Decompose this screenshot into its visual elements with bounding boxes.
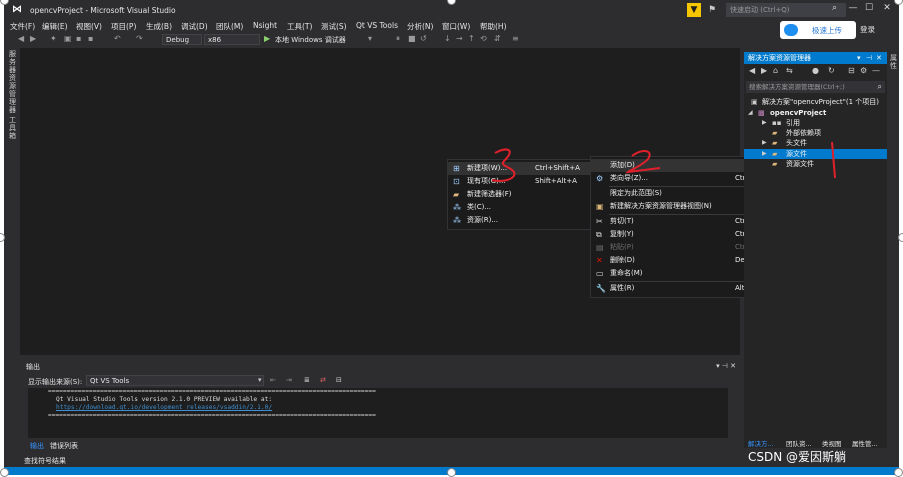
selection-handle[interactable] bbox=[447, 468, 456, 477]
csdn-watermark: CSDN @爱因斯躺 bbox=[748, 450, 847, 464]
annotation-number-3 bbox=[491, 148, 516, 182]
annotation-number-2 bbox=[625, 150, 661, 174]
red-annotation-marks bbox=[491, 141, 836, 182]
selection-handle[interactable] bbox=[898, 233, 903, 242]
selection-handle[interactable] bbox=[894, 468, 903, 477]
annotation-number-1 bbox=[831, 141, 836, 179]
selection-handle[interactable] bbox=[0, 468, 9, 477]
